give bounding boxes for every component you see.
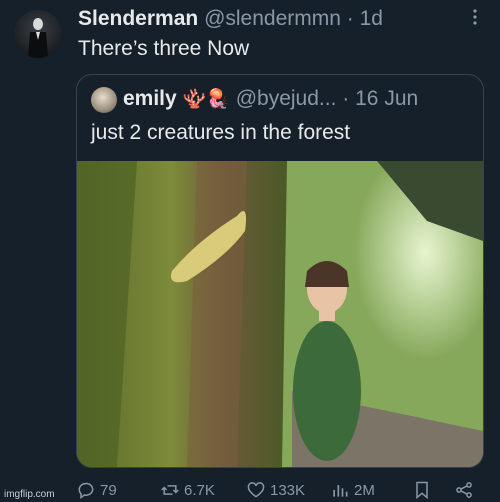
header-separator: · (346, 7, 354, 30)
slenderman-avatar-figure (28, 18, 48, 58)
forest-photo[interactable] (77, 161, 483, 467)
retweet-count: 6.7K (184, 481, 215, 499)
author-name[interactable]: Slenderman (78, 7, 198, 30)
retweet-icon (161, 485, 179, 495)
like-button[interactable]: 133K (246, 480, 305, 500)
tweet-time[interactable]: 1d (360, 7, 383, 30)
reply-icon (78, 482, 94, 499)
quoted-author-name[interactable]: emily (123, 87, 177, 110)
quoted-tweet-text: just 2 creatures in the forest (91, 121, 351, 144)
imgflip-watermark: imgflip.com (4, 489, 55, 500)
tweet-actions: 79 6.7K 133K 2M (76, 480, 480, 502)
like-count: 133K (270, 481, 306, 499)
views-button[interactable]: 2M (330, 480, 375, 500)
tweet-text: There’s three Now (78, 37, 250, 60)
author-avatar[interactable] (14, 10, 62, 58)
view-count: 2M (354, 481, 375, 499)
tweet-header: Slenderman @slendermmn · 1d (78, 6, 460, 32)
reply-count: 79 (100, 481, 117, 499)
quoted-header-separator: · (342, 87, 350, 110)
more-vertical-icon[interactable] (472, 8, 478, 31)
bookmark-button[interactable] (412, 480, 432, 500)
author-handle[interactable]: @slendermmn (204, 7, 341, 30)
quoted-author-handle[interactable]: @byejud... (236, 87, 337, 110)
bookmark-icon (416, 481, 428, 500)
views-icon (333, 485, 348, 497)
quoted-author-emojis: 🪸🪼 (182, 89, 230, 110)
reply-button[interactable]: 79 (76, 480, 117, 500)
share-icon (456, 482, 472, 498)
quoted-author-avatar[interactable] (91, 87, 117, 113)
retweet-button[interactable]: 6.7K (160, 480, 215, 500)
share-button[interactable] (454, 480, 474, 500)
quoted-tweet-date[interactable]: 16 Jun (355, 87, 418, 110)
heart-icon (247, 482, 265, 498)
quoted-tweet-header: emily 🪸🪼 @byejud... · 16 Jun (123, 85, 473, 114)
quoted-tweet[interactable]: emily 🪸🪼 @byejud... · 16 Jun just 2 crea… (76, 74, 484, 468)
